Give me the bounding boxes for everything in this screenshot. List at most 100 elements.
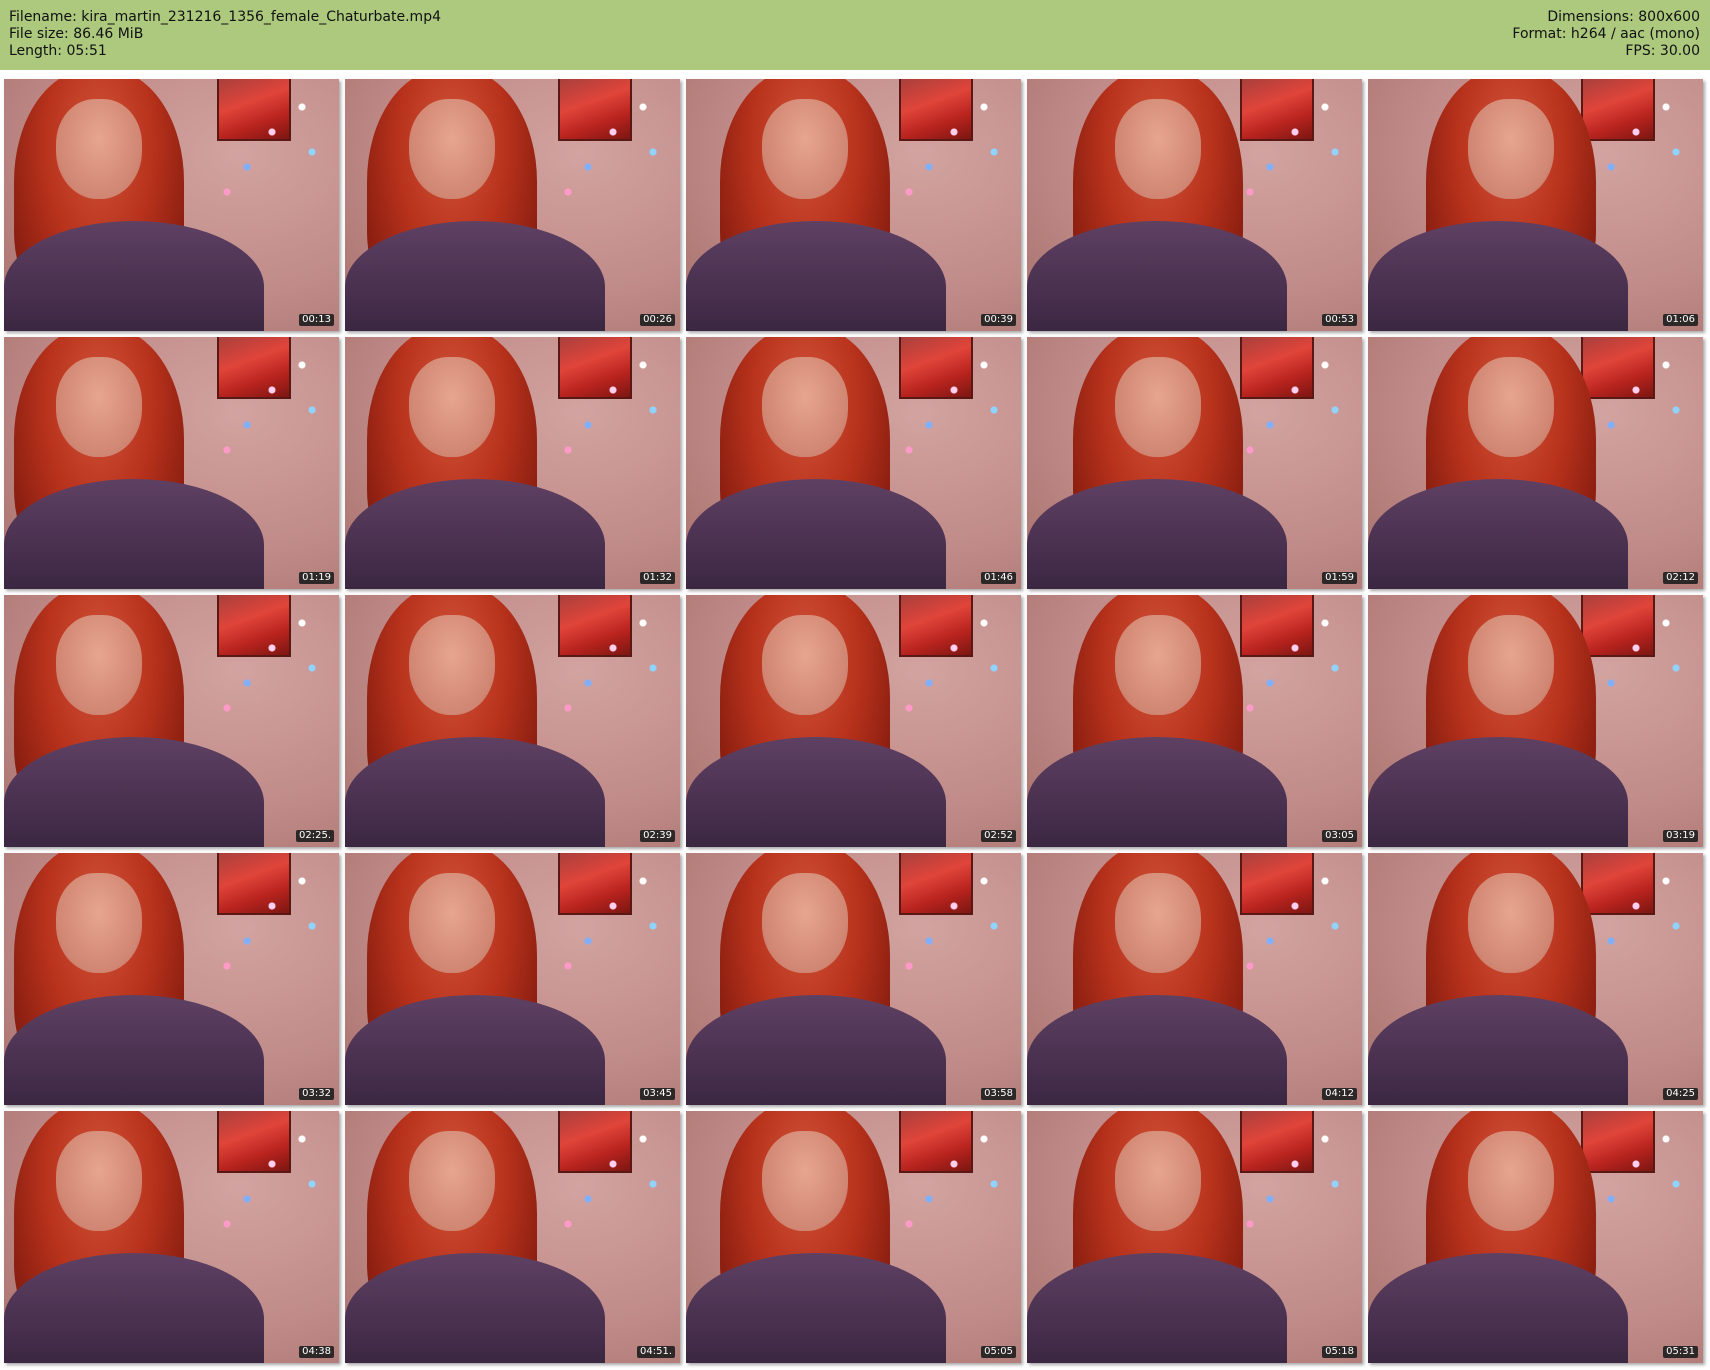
string-lights [1230,87,1350,197]
string-lights [207,861,327,971]
timestamp-label: 02:39 [640,830,675,842]
string-lights [1230,603,1350,713]
person-face [762,873,848,973]
thumbnail-frame: 00:26 [345,79,680,331]
fps-text: FPS: 30.00 [1625,43,1700,59]
timestamp-label: 01:59 [1322,572,1357,584]
thumbnail-frame: 03:19 [1368,595,1703,847]
person-face [1468,357,1554,457]
filename-text: Filename: kira_martin_231216_1356_female… [9,9,441,25]
person-face [56,873,142,973]
string-lights [1230,861,1350,971]
string-lights [207,1119,327,1229]
timestamp-label: 02:25. [296,830,334,842]
timestamp-label: 05:31 [1663,1346,1698,1358]
timestamp-label: 05:18 [1322,1346,1357,1358]
thumbnail-frame: 02:52 [686,595,1021,847]
person-face [1468,1131,1554,1231]
thumbnail-frame: 01:59 [1027,337,1362,589]
person-face [762,357,848,457]
thumbnail-frame: 01:19 [4,337,339,589]
person-face [1115,615,1201,715]
file-info: Filename: kira_martin_231216_1356_female… [9,9,441,60]
thumbnail-frame: 01:46 [686,337,1021,589]
timestamp-label: 04:38 [299,1346,334,1358]
thumbnail-frame: 01:06 [1368,79,1703,331]
timestamp-label: 03:45 [640,1088,675,1100]
timestamp-label: 02:12 [1663,572,1698,584]
timestamp-label: 00:26 [640,314,675,326]
filesize-text: File size: 86.46 MiB [9,26,144,42]
person-face [1115,357,1201,457]
timestamp-label: 03:19 [1663,830,1698,842]
string-lights [207,345,327,455]
person-face [409,873,495,973]
timestamp-label: 00:39 [981,314,1016,326]
thumbnail-frame: 02:39 [345,595,680,847]
thumbnail-frame: 00:13 [4,79,339,331]
info-header: Filename: kira_martin_231216_1356_female… [0,0,1710,70]
dimensions-text: Dimensions: 800x600 [1547,9,1700,25]
string-lights [548,1119,668,1229]
thumbnail-frame: 05:05 [686,1111,1021,1363]
person-face [762,615,848,715]
format-text: Format: h264 / aac (mono) [1512,26,1700,42]
string-lights [548,861,668,971]
length-text: Length: 05:51 [9,43,107,59]
person-face [56,615,142,715]
timestamp-label: 02:52 [981,830,1016,842]
thumbnail-frame: 00:53 [1027,79,1362,331]
timestamp-label: 03:32 [299,1088,334,1100]
thumbnail-frame: 04:51. [345,1111,680,1363]
timestamp-label: 01:19 [299,572,334,584]
string-lights [548,87,668,197]
person-face [1468,873,1554,973]
timestamp-label: 01:06 [1663,314,1698,326]
string-lights [207,87,327,197]
thumbnail-frame: 04:12 [1027,853,1362,1105]
person-face [1115,873,1201,973]
thumbnail-frame: 00:39 [686,79,1021,331]
person-face [56,1131,142,1231]
person-face [409,357,495,457]
video-info: Dimensions: 800x600 Format: h264 / aac (… [1512,9,1700,60]
person-face [1115,99,1201,199]
person-face [1468,615,1554,715]
timestamp-label: 01:32 [640,572,675,584]
string-lights [1230,1119,1350,1229]
thumbnail-frame: 01:32 [345,337,680,589]
person-face [56,99,142,199]
thumbnail-grid: 00:13 00:26 00:39 00:53 01:06 01:19 01:32 01:46… [4,79,1706,1365]
timestamp-label: 03:58 [981,1088,1016,1100]
person-face [762,99,848,199]
timestamp-label: 03:05 [1322,830,1357,842]
person-face [409,99,495,199]
thumbnail-frame: 04:25 [1368,853,1703,1105]
thumbnail-frame: 03:32 [4,853,339,1105]
string-lights [889,603,1009,713]
string-lights [1230,345,1350,455]
string-lights [889,87,1009,197]
person-face [1468,99,1554,199]
string-lights [548,345,668,455]
thumbnail-frame: 02:25. [4,595,339,847]
timestamp-label: 01:46 [981,572,1016,584]
string-lights [889,861,1009,971]
string-lights [889,1119,1009,1229]
thumbnail-frame: 05:31 [1368,1111,1703,1363]
timestamp-label: 00:13 [299,314,334,326]
string-lights [207,603,327,713]
person-face [762,1131,848,1231]
timestamp-label: 05:05 [981,1346,1016,1358]
string-lights [548,603,668,713]
thumbnail-frame: 02:12 [1368,337,1703,589]
thumbnail-frame: 04:38 [4,1111,339,1363]
thumbnail-frame: 03:58 [686,853,1021,1105]
timestamp-label: 00:53 [1322,314,1357,326]
person-face [409,1131,495,1231]
timestamp-label: 04:12 [1322,1088,1357,1100]
string-lights [889,345,1009,455]
person-face [56,357,142,457]
thumbnail-frame: 03:05 [1027,595,1362,847]
person-face [409,615,495,715]
